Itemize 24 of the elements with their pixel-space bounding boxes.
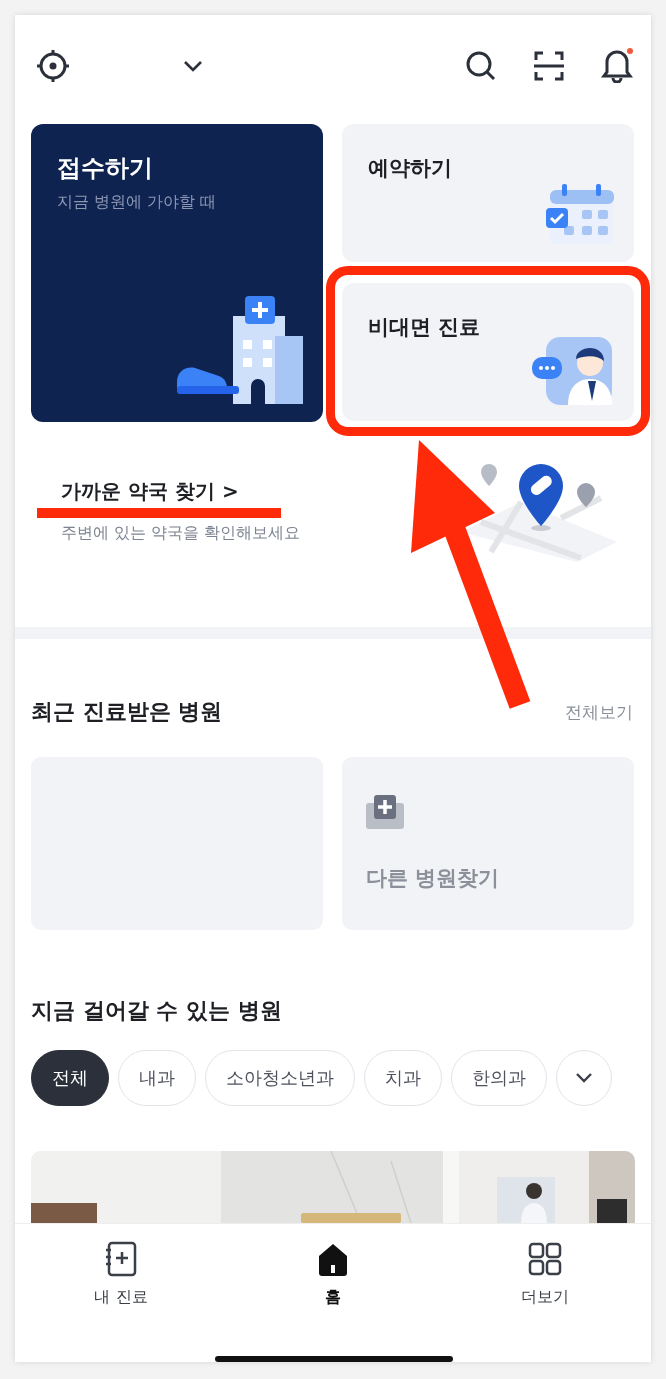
- category-chip[interactable]: 한의과: [451, 1050, 547, 1106]
- nav-tab[interactable]: 홈: [227, 1240, 439, 1316]
- card-title: 예약하기: [368, 155, 453, 182]
- category-chip[interactable]: 전체: [31, 1050, 109, 1106]
- nav-tab[interactable]: 내 진료: [15, 1240, 227, 1316]
- chevron-down-icon: [574, 1072, 594, 1084]
- card-title: 접수하기: [57, 153, 154, 184]
- card-subtitle: 지금 병원에 가야할 때: [57, 192, 218, 213]
- pharmacy-link[interactable]: 가까운 약국 찾기 >: [61, 478, 239, 505]
- pharmacy-subtitle: 주변에 있는 약국을 확인해보세요: [61, 523, 302, 544]
- category-chip[interactable]: 소아청소년과: [205, 1050, 355, 1106]
- card-title: 비대면 진료: [368, 314, 482, 341]
- notebook-plus-icon: [103, 1241, 139, 1277]
- service-card[interactable]: 예약하기: [342, 124, 634, 262]
- service-card[interactable]: 접수하기 지금 병원에 가야할 때: [31, 124, 323, 422]
- section-title: 지금 걸어갈 수 있는 병원: [31, 997, 282, 1025]
- hospital-plus-icon: [366, 795, 404, 829]
- nav-tab[interactable]: 더보기: [439, 1240, 651, 1316]
- category-chip[interactable]: 치과: [364, 1050, 442, 1106]
- category-chip[interactable]: 내과: [118, 1050, 196, 1106]
- service-card[interactable]: 비대면 진료: [342, 283, 634, 421]
- calendar-icon: [546, 184, 616, 246]
- section-title: 최근 진료받은 병원: [31, 698, 223, 726]
- grid-icon: [527, 1241, 563, 1277]
